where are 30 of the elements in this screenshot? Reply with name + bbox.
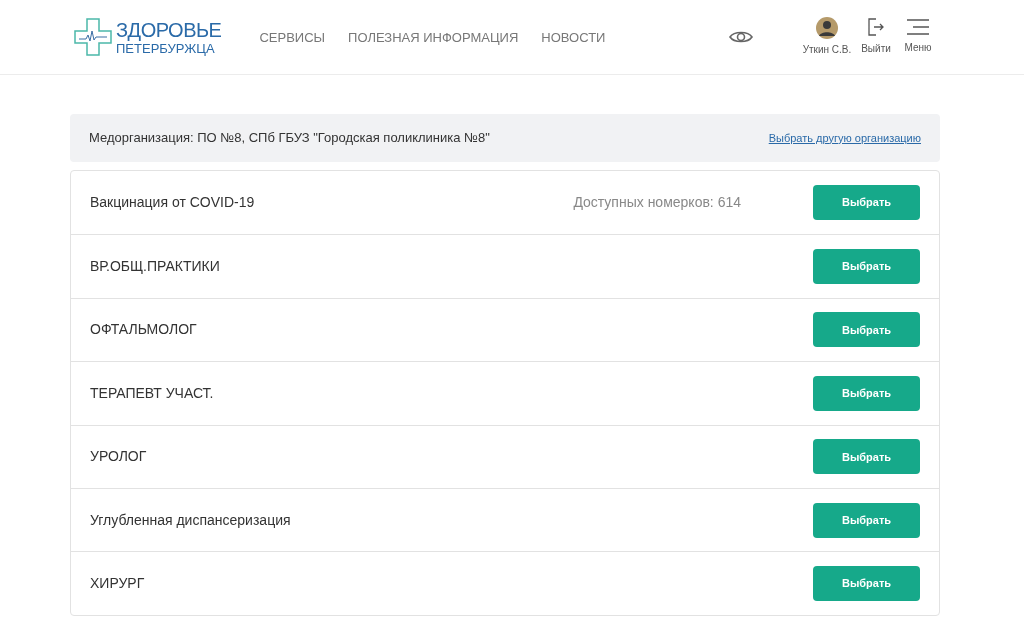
select-button[interactable]: Выбрать [813,439,920,475]
nav-link[interactable]: СЕРВИСЫ [259,27,326,48]
select-button[interactable]: Выбрать [813,502,920,538]
logout-icon[interactable] [868,18,884,36]
service-name: ОФТАЛЬМОЛОГ [90,320,198,340]
organization-label: Медорганизация: ПО №8, СПб ГБУЗ "Городская поликлиника №8" [89,129,490,148]
select-button[interactable]: Выбрать [813,249,920,285]
service-name: ТЕРАПЕВТ УЧАСТ. [90,383,215,403]
select-button[interactable]: Выбрать [813,566,920,602]
logout-link[interactable]: Выйти [861,41,891,56]
service-name: ВР.ОБЩ.ПРАКТИКИ [90,257,221,277]
logo-title: ЗДОРОВЬЕ [116,19,222,40]
nav-link[interactable]: ПОЛЕЗНАЯ ИНФОРМАЦИЯ [348,27,519,48]
availability-count: Доступных номерков: 614 [573,193,741,213]
nav-link[interactable]: НОВОСТИ [541,27,606,48]
select-button[interactable]: Выбрать [813,312,920,348]
select-button[interactable]: Выбрать [813,185,920,221]
eye-icon[interactable] [729,30,753,44]
select-button[interactable]: Выбрать [813,375,920,411]
user-name[interactable]: Уткин С.В. [802,42,852,57]
change-organization-link[interactable]: Выбрать другую организацию [768,129,921,147]
service-name: Вакцинация от COVID-19 [90,193,256,213]
service-name: УРОЛОГ [90,447,148,467]
menu-link[interactable]: Меню [904,40,932,55]
menu-icon[interactable] [906,19,930,35]
logo-subtitle: ПЕТЕРБУРЖЦА [116,41,215,55]
avatar-icon[interactable] [816,17,838,39]
logo-icon [74,18,112,56]
service-name: ХИРУРГ [90,574,146,594]
service-name: Углубленная диспансеризация [90,510,292,530]
